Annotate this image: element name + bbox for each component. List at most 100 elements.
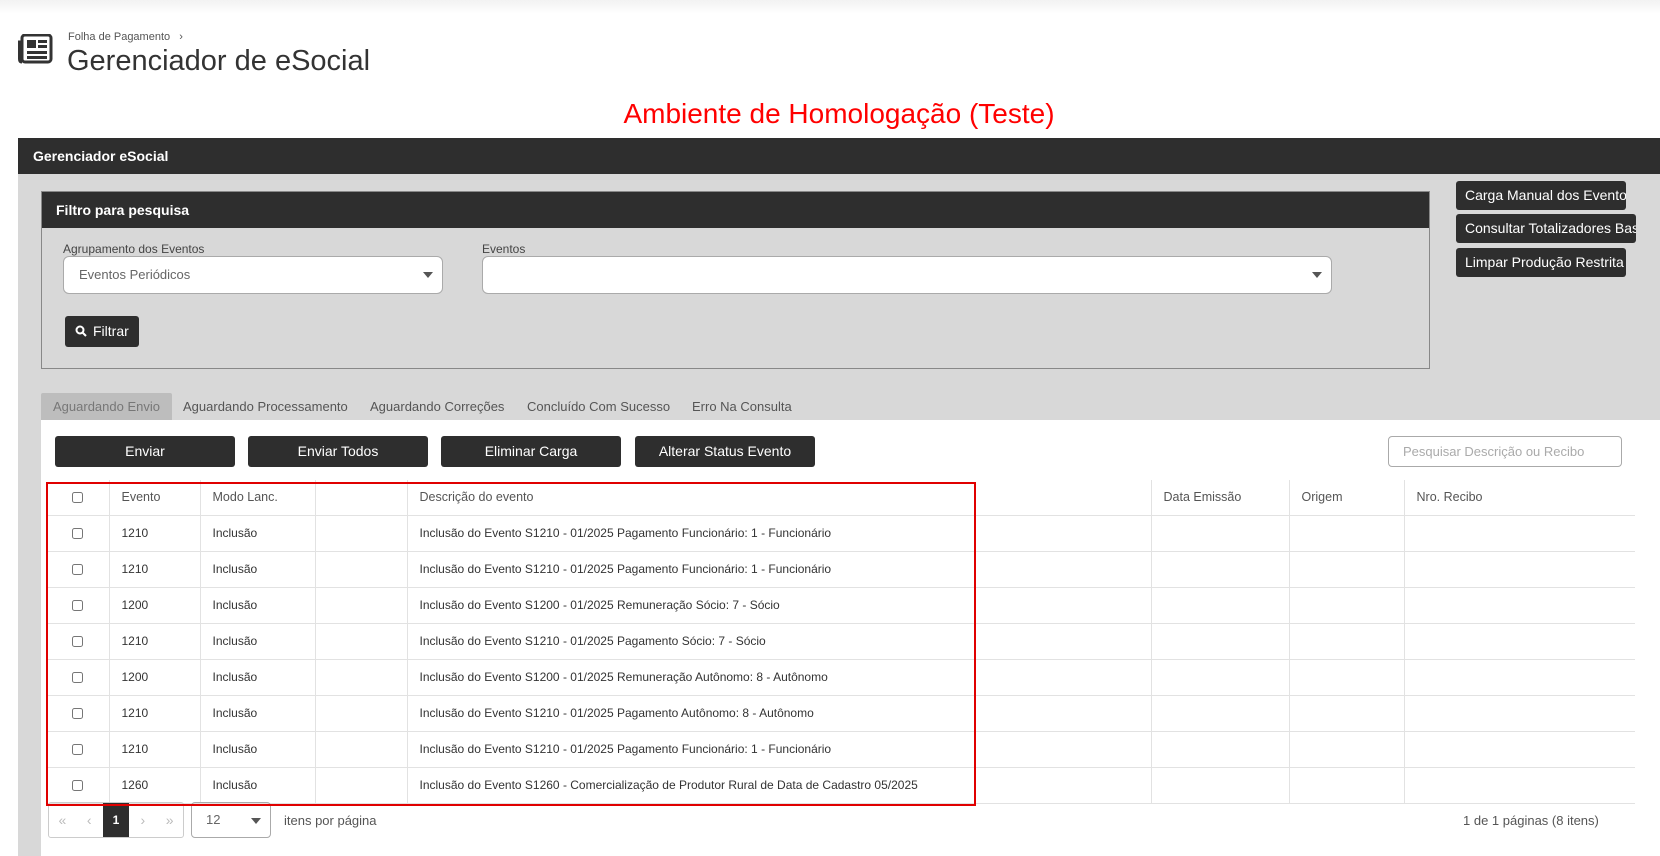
row-checkbox-cell	[46, 587, 109, 624]
cell-recibo	[1403, 695, 1635, 732]
tab-erro-na-consulta[interactable]: Erro Na Consulta	[692, 393, 792, 421]
column-header-modo[interactable]: Modo Lanc.	[199, 480, 315, 516]
cell-data-emissao	[1150, 659, 1289, 696]
cell-origem	[1288, 587, 1404, 624]
cell-recibo	[1403, 659, 1635, 696]
clear-restricted-button[interactable]: Limpar Produção Restrita	[1456, 248, 1626, 277]
table-row[interactable]: 1260 Inclusão Inclusão do Evento S1260 -…	[46, 767, 1635, 804]
table-row[interactable]: 1200 Inclusão Inclusão do Evento S1200 -…	[46, 659, 1635, 696]
filter-button[interactable]: Filtrar	[65, 316, 139, 347]
cell-evento: 1200	[108, 659, 200, 696]
row-checkbox[interactable]	[71, 564, 83, 576]
current-page-button[interactable]: 1	[102, 803, 130, 837]
grouping-select-value: Eventos Periódicos	[79, 267, 191, 282]
column-header-origem[interactable]: Origem	[1288, 480, 1404, 516]
table-row[interactable]: 1210 Inclusão Inclusão do Evento S1210 -…	[46, 731, 1635, 768]
row-checkbox[interactable]	[71, 744, 83, 756]
cell-data-emissao	[1150, 623, 1289, 660]
column-header-recibo[interactable]: Nro. Recibo	[1403, 480, 1635, 516]
per-page-select[interactable]: 12	[191, 802, 271, 838]
per-page-label: itens por página	[284, 813, 377, 828]
cell-evento: 1210	[108, 623, 200, 660]
events-select[interactable]	[482, 256, 1332, 294]
cell-blank	[314, 731, 407, 768]
cell-origem	[1288, 551, 1404, 588]
table-row[interactable]: 1200 Inclusão Inclusão do Evento S1200 -…	[46, 587, 1635, 624]
page-title: Gerenciador de eSocial	[67, 45, 371, 77]
row-checkbox[interactable]	[71, 672, 83, 684]
cell-data-emissao	[1150, 767, 1289, 804]
breadcrumb: Folha de Pagamento ›	[68, 31, 183, 43]
cell-modo: Inclusão	[199, 587, 315, 624]
caret-down-icon	[251, 818, 261, 824]
esocial-manager-panel: Gerenciador eSocial Filtro para pesquisa…	[18, 138, 1660, 856]
row-checkbox[interactable]	[71, 600, 83, 612]
row-checkbox-cell	[46, 659, 109, 696]
table-row[interactable]: 1210 Inclusão Inclusão do Evento S1210 -…	[46, 515, 1635, 552]
manual-load-button[interactable]: Carga Manual dos Eventos	[1456, 181, 1626, 210]
cell-data-emissao	[1150, 731, 1289, 768]
events-label: Eventos	[482, 242, 526, 256]
cell-recibo	[1403, 767, 1635, 804]
cell-origem	[1288, 767, 1404, 804]
filter-button-label: Filtrar	[93, 323, 129, 339]
row-checkbox-cell	[46, 731, 109, 768]
breadcrumb-link-folha[interactable]: Folha de Pagamento	[68, 31, 170, 43]
cell-origem	[1288, 623, 1404, 660]
cell-data-emissao	[1150, 551, 1289, 588]
delete-load-button[interactable]: Eliminar Carga	[441, 436, 621, 467]
last-page-icon[interactable]: »	[156, 803, 183, 837]
tab-aguardando-processamento[interactable]: Aguardando Processamento	[183, 393, 348, 421]
send-button[interactable]: Enviar	[55, 436, 235, 467]
cell-modo: Inclusão	[199, 695, 315, 732]
select-all-checkbox[interactable]	[71, 492, 83, 504]
cell-origem	[1288, 731, 1404, 768]
chevron-right-icon: ›	[179, 31, 183, 43]
events-content: Enviar Enviar Todos Eliminar Carga Alter…	[41, 420, 1660, 856]
first-page-icon[interactable]: «	[49, 803, 76, 837]
next-page-icon[interactable]: ›	[129, 803, 156, 837]
cell-recibo	[1403, 623, 1635, 660]
tab-aguardando-correcoes[interactable]: Aguardando Correções	[370, 393, 504, 421]
row-checkbox-cell	[46, 695, 109, 732]
select-all-cell	[46, 480, 109, 516]
cell-modo: Inclusão	[199, 515, 315, 552]
column-header-evento[interactable]: Evento	[108, 480, 200, 516]
table-row[interactable]: 1210 Inclusão Inclusão do Evento S1210 -…	[46, 623, 1635, 660]
column-header-descricao[interactable]: Descrição do evento	[406, 480, 1151, 516]
cell-modo: Inclusão	[199, 551, 315, 588]
table-row[interactable]: 1210 Inclusão Inclusão do Evento S1210 -…	[46, 551, 1635, 588]
row-checkbox[interactable]	[71, 708, 83, 720]
row-checkbox-cell	[46, 551, 109, 588]
grouping-label: Agrupamento dos Eventos	[63, 242, 205, 256]
page-info: 1 de 1 páginas (8 itens)	[1463, 813, 1599, 828]
change-status-button[interactable]: Alterar Status Evento	[635, 436, 815, 467]
tab-concluido-com-sucesso[interactable]: Concluído Com Sucesso	[527, 393, 670, 421]
filter-title: Filtro para pesquisa	[42, 192, 1429, 228]
cell-recibo	[1403, 515, 1635, 552]
cell-blank	[314, 659, 407, 696]
row-checkbox[interactable]	[71, 528, 83, 540]
cell-origem	[1288, 659, 1404, 696]
row-checkbox[interactable]	[71, 636, 83, 648]
cell-data-emissao	[1150, 515, 1289, 552]
cell-evento: 1210	[108, 695, 200, 732]
cell-evento: 1200	[108, 587, 200, 624]
table-row[interactable]: 1210 Inclusão Inclusão do Evento S1210 -…	[46, 695, 1635, 732]
prev-page-icon[interactable]: ‹	[76, 803, 103, 837]
filter-box: Filtro para pesquisa Agrupamento dos Eve…	[41, 191, 1430, 369]
totals-button[interactable]: Consultar Totalizadores Base	[1456, 214, 1636, 243]
cell-blank	[314, 767, 407, 804]
cell-descricao: Inclusão do Evento S1200 - 01/2025 Remun…	[406, 587, 1151, 624]
cell-blank	[314, 551, 407, 588]
row-checkbox[interactable]	[71, 780, 83, 792]
per-page-value: 12	[206, 812, 221, 827]
cell-descricao: Inclusão do Evento S1210 - 01/2025 Pagam…	[406, 623, 1151, 660]
send-all-button[interactable]: Enviar Todos	[248, 436, 428, 467]
cell-origem	[1288, 695, 1404, 732]
grouping-select[interactable]: Eventos Periódicos	[63, 256, 443, 294]
search-input[interactable]	[1388, 436, 1622, 467]
column-header-data-emissao[interactable]: Data Emissão	[1150, 480, 1289, 516]
cell-descricao: Inclusão do Evento S1210 - 01/2025 Pagam…	[406, 551, 1151, 588]
tab-aguardando-envio[interactable]: Aguardando Envio	[41, 393, 172, 421]
